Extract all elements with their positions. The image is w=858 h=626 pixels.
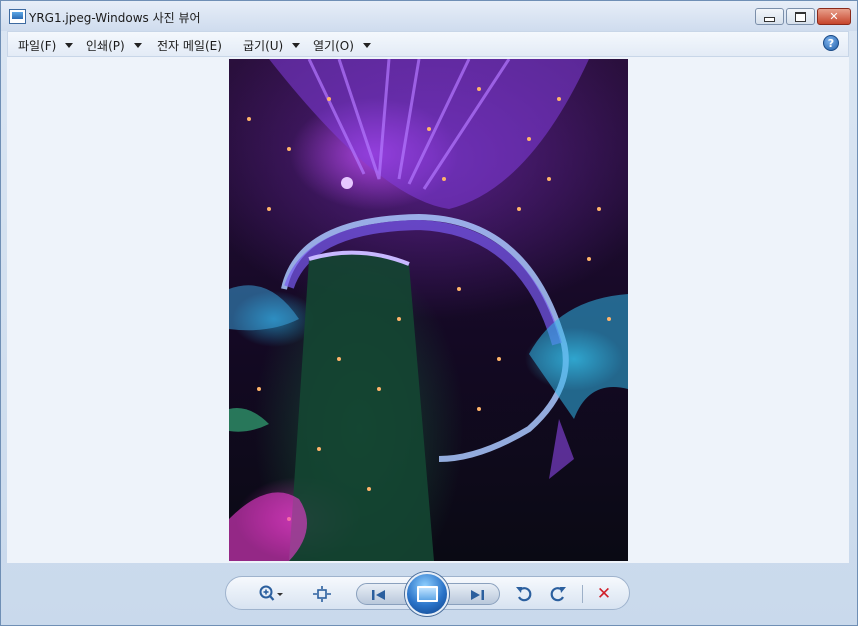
actual-size-icon — [313, 586, 331, 602]
next-icon — [471, 590, 484, 600]
rotate-cw-icon — [550, 587, 566, 602]
previous-icon — [372, 590, 385, 600]
menu-bar: 파일(F) 인쇄(P) 전자 메일(E) 굽기(U) 열기(O) ? — [7, 31, 849, 57]
menu-burn[interactable]: 굽기(U) — [243, 37, 301, 54]
slideshow-button[interactable] — [405, 572, 449, 616]
previous-button[interactable] — [369, 585, 389, 605]
chevron-down-icon — [133, 43, 142, 48]
rotate-clockwise-button[interactable] — [548, 584, 568, 604]
menu-email[interactable]: 전자 메일(E) — [157, 37, 222, 54]
bottom-toolbar: ✕ — [225, 572, 630, 616]
maximize-icon — [795, 11, 806, 22]
chevron-down-icon — [362, 43, 371, 48]
maximize-button[interactable] — [786, 8, 815, 25]
photo-viewer-app-icon — [9, 9, 26, 24]
delete-button[interactable]: ✕ — [594, 584, 614, 604]
next-button[interactable] — [467, 585, 487, 605]
chevron-down-icon — [65, 43, 74, 48]
menu-file-label: 파일(F) — [18, 39, 57, 53]
minimize-icon — [764, 16, 775, 22]
window-controls: ✕ — [755, 8, 851, 25]
zoom-icon — [259, 585, 283, 601]
menu-email-label: 전자 메일(E) — [157, 39, 222, 53]
menu-open[interactable]: 열기(O) — [313, 37, 371, 54]
delete-icon: ✕ — [596, 583, 612, 604]
close-icon: ✕ — [829, 10, 839, 23]
toolbar-separator — [582, 585, 583, 603]
menu-print[interactable]: 인쇄(P) — [86, 37, 142, 54]
menu-burn-label: 굽기(U) — [243, 39, 284, 53]
title-bar[interactable]: YRG1.jpeg-Windows 사진 뷰어 ✕ — [1, 1, 857, 31]
minimize-button[interactable] — [755, 8, 784, 25]
chevron-down-icon — [292, 43, 301, 48]
photo-viewer-window: YRG1.jpeg-Windows 사진 뷰어 ✕ 파일(F) 인쇄(P) 전자… — [0, 0, 858, 626]
actual-size-button[interactable] — [312, 584, 332, 604]
window-title: YRG1.jpeg-Windows 사진 뷰어 — [29, 11, 201, 25]
help-icon[interactable]: ? — [823, 35, 839, 51]
image-viewer-area — [7, 57, 849, 563]
zoom-button[interactable] — [256, 584, 286, 604]
slideshow-icon — [416, 586, 438, 602]
displayed-photo — [229, 59, 628, 561]
menu-open-label: 열기(O) — [313, 39, 354, 53]
menu-print-label: 인쇄(P) — [86, 39, 125, 53]
close-button[interactable]: ✕ — [817, 8, 851, 25]
rotate-counterclockwise-button[interactable] — [514, 584, 534, 604]
rotate-ccw-icon — [516, 587, 532, 602]
menu-file[interactable]: 파일(F) — [18, 37, 74, 54]
photo-art — [229, 59, 628, 561]
